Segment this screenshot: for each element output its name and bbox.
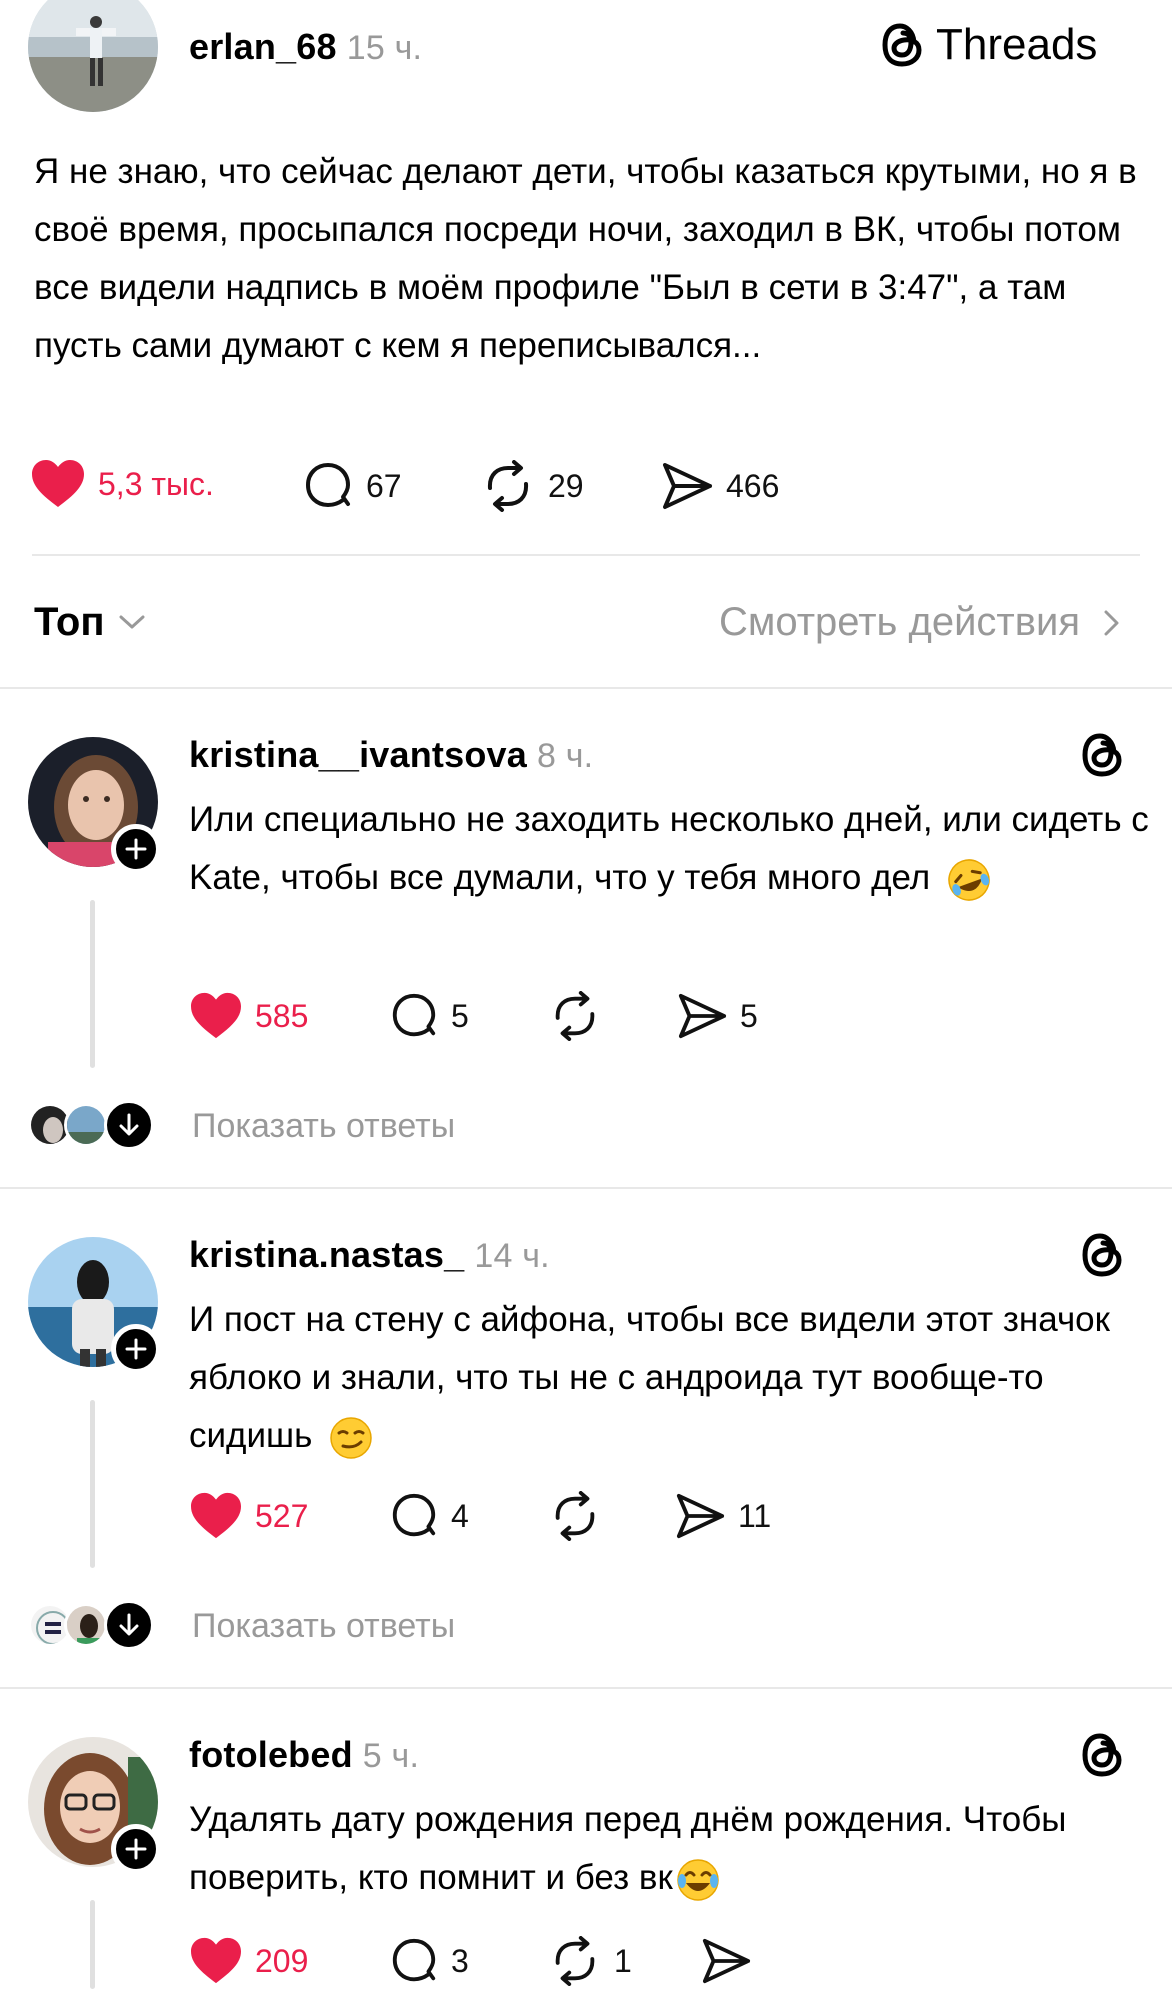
post-share-count: 466 (726, 467, 780, 504)
plus-icon (125, 838, 147, 860)
post-share-button[interactable]: 466 (660, 460, 779, 512)
reply-like-button[interactable]: 209 (189, 1936, 308, 1986)
show-replies-link[interactable]: Показать ответы (192, 1107, 455, 1146)
post-comment-count: 67 (366, 467, 402, 504)
reply-thread-line (90, 1900, 95, 1989)
repost-icon (555, 1936, 595, 1986)
comment-icon (392, 993, 436, 1037)
smirk-emoji (330, 1417, 372, 1459)
post-like-count: 5,3 тыс. (98, 465, 214, 502)
reply-username-text[interactable]: kristina.nastas_ (189, 1234, 464, 1275)
reply-like-count: 209 (255, 1942, 309, 1979)
reply-username-text[interactable]: kristina__ivantsova (189, 734, 527, 775)
reply-like-count: 585 (255, 997, 309, 1034)
plus-icon (125, 1338, 147, 1360)
reply-repost-button[interactable] (548, 1491, 614, 1541)
reply-repost-count: 1 (614, 1942, 632, 1979)
reply-time: 8 ч. (536, 737, 594, 775)
section-divider (0, 1187, 1172, 1189)
follow-button[interactable] (111, 824, 161, 874)
send-icon (676, 1493, 725, 1539)
arrow-down-icon (104, 1600, 154, 1650)
reply-text: И пост на стену с айфона, чтобы все виде… (189, 1291, 1149, 1465)
reply-like-button[interactable]: 527 (189, 1491, 308, 1541)
heart-filled-icon (191, 1492, 241, 1539)
rofl-emoji (948, 859, 990, 901)
follow-button[interactable] (111, 1324, 161, 1374)
reply-repost-button[interactable]: 1 (548, 1936, 632, 1986)
reply-share-button[interactable]: 5 (676, 991, 758, 1041)
reply-comment-button[interactable]: 3 (389, 1936, 469, 1986)
show-replies-link[interactable]: Показать ответы (192, 1607, 455, 1646)
heart-filled-icon (191, 992, 241, 1039)
threads-brand[interactable]: Threads (880, 20, 1097, 70)
reply-text: Или специально не заходить несколько дне… (189, 791, 1149, 907)
reply-time: 5 ч. (362, 1737, 420, 1775)
reply-username-text[interactable]: fotolebed (189, 1734, 353, 1775)
reply-comment-button[interactable]: 4 (389, 1491, 469, 1541)
repost-icon (555, 991, 595, 1041)
reply-username[interactable]: kristina.nastas_ 14 ч. (189, 1234, 550, 1276)
reply-repost-button[interactable] (548, 991, 614, 1041)
reply-share-button[interactable] (700, 1936, 764, 1986)
section-divider (0, 687, 1172, 689)
comment-icon (392, 1493, 436, 1537)
follow-button[interactable] (111, 1824, 161, 1874)
threads-logo-icon[interactable] (1080, 1730, 1126, 1780)
reply-username[interactable]: kristina__ivantsova 8 ч. (189, 734, 593, 776)
post-username-text[interactable]: erlan_68 (189, 26, 337, 67)
post-like-button[interactable]: 5,3 тыс. (30, 458, 214, 510)
joy-emoji (677, 1859, 719, 1901)
post-author-username[interactable]: erlan_68 15 ч. (189, 26, 422, 68)
post-divider (32, 554, 1140, 556)
replier-avatar (64, 1103, 108, 1147)
chevron-right-icon (1104, 610, 1119, 635)
threads-logo-icon[interactable] (1080, 1230, 1126, 1280)
post-repost-count: 29 (548, 467, 584, 504)
post-text: Я не знаю, что сейчас делают дети, чтобы… (34, 152, 1137, 365)
reply-share-count: 5 (740, 997, 758, 1034)
arrow-down-icon (104, 1100, 154, 1150)
section-divider (0, 1687, 1172, 1689)
reply-thread-line (90, 1400, 95, 1568)
repost-icon (555, 1491, 595, 1541)
reply-comment-button[interactable]: 5 (389, 991, 469, 1041)
reply-thread-line (90, 900, 95, 1068)
reply-time: 14 ч. (474, 1237, 550, 1275)
reply-username[interactable]: fotolebed 5 ч. (189, 1734, 419, 1776)
threads-brand-label: Threads (936, 20, 1098, 69)
chevron-down-icon (119, 615, 145, 628)
view-activity-label: Смотреть действия (718, 600, 1080, 644)
sort-dropdown[interactable]: Топ (34, 600, 147, 645)
replier-avatar (64, 1603, 108, 1647)
comment-icon (392, 1938, 436, 1982)
reply-share-count: 11 (738, 1497, 772, 1534)
send-icon (663, 463, 712, 509)
repost-icon (487, 460, 529, 512)
reply-like-count: 527 (255, 1497, 309, 1534)
sort-label: Топ (34, 600, 105, 644)
send-icon (702, 1938, 751, 1984)
heart-filled-icon (191, 1937, 241, 1984)
reply-text-content: Или специально не заходить несколько дне… (189, 800, 1149, 897)
reply-text-content: Удалять дату рождения перед днём рождени… (189, 1800, 1067, 1897)
post-author-avatar[interactable] (28, 0, 158, 112)
send-icon (678, 993, 727, 1039)
reply-text: Удалять дату рождения перед днём рождени… (189, 1791, 1149, 1907)
post-repost-button[interactable]: 29 (480, 460, 584, 512)
reply-like-button[interactable]: 585 (189, 991, 308, 1041)
view-activity-link[interactable]: Смотреть действия (719, 600, 1122, 645)
plus-icon (125, 1838, 147, 1860)
threads-logo-icon[interactable] (1080, 730, 1126, 780)
heart-filled-icon (32, 460, 84, 507)
reply-share-button[interactable]: 11 (674, 1491, 771, 1541)
comment-icon (306, 463, 350, 507)
reply-comment-count: 3 (451, 1942, 469, 1979)
post-time: 15 ч. (346, 29, 423, 67)
reply-comment-count: 4 (451, 1497, 469, 1534)
threads-logo-icon (882, 23, 922, 67)
post-comment-button[interactable]: 67 (302, 460, 402, 512)
reply-comment-count: 5 (451, 997, 469, 1034)
